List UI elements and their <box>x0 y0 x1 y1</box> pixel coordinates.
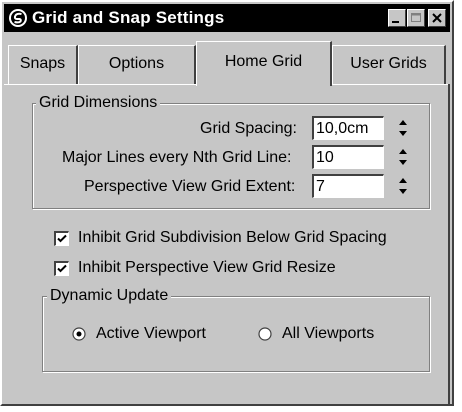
inhibit-subdivision-label[interactable]: Inhibit Grid Subdivision Below Grid Spac… <box>78 228 387 248</box>
panel-edge <box>448 84 450 404</box>
active-viewport-label[interactable]: Active Viewport <box>96 324 206 344</box>
major-lines-label: Major Lines every Nth Grid Line: <box>62 149 292 166</box>
perspective-extent-label: Perspective View Grid Extent: <box>84 178 296 195</box>
tab-user-grids[interactable]: User Grids <box>332 45 446 84</box>
close-button[interactable] <box>428 9 446 27</box>
tab-label: Options <box>108 55 165 72</box>
all-viewports-radio[interactable] <box>258 327 272 341</box>
grid-dimensions-label: Grid Dimensions <box>36 94 161 112</box>
grid-spacing-label: Grid Spacing: <box>200 120 297 137</box>
3ds-max-logo-icon <box>9 9 27 27</box>
perspective-extent-spinner-icon[interactable] <box>396 174 410 198</box>
tab-options[interactable]: Options <box>78 45 196 84</box>
minimize-button[interactable] <box>388 9 406 27</box>
maximize-button[interactable] <box>407 9 425 27</box>
major-lines-spinner-icon[interactable] <box>396 145 410 169</box>
grid-spacing-input[interactable]: 10,0cm <box>312 116 384 140</box>
dynamic-update-label: Dynamic Update <box>47 287 172 305</box>
grid-spacing-spinner-icon[interactable] <box>396 116 410 140</box>
tab-snaps[interactable]: Snaps <box>8 45 78 84</box>
inhibit-resize-checkbox[interactable] <box>54 261 69 276</box>
checkmark-icon <box>57 264 67 273</box>
maximize-icon <box>411 13 421 22</box>
perspective-extent-value: 7 <box>316 178 325 195</box>
tab-label: Snaps <box>19 55 66 72</box>
active-viewport-radio[interactable] <box>72 327 86 341</box>
all-viewports-label[interactable]: All Viewports <box>282 324 374 344</box>
perspective-extent-input[interactable]: 7 <box>312 174 384 198</box>
window-title: Grid and Snap Settings <box>32 8 225 27</box>
tab-label: Home Grid <box>224 53 303 70</box>
checkmark-icon <box>57 234 67 243</box>
tab-label: User Grids <box>350 55 427 72</box>
tab-home-grid[interactable]: Home Grid <box>196 41 332 86</box>
minimize-icon <box>392 21 399 23</box>
major-lines-input[interactable]: 10 <box>312 145 384 169</box>
grid-spacing-value: 10,0cm <box>316 120 369 137</box>
major-lines-value: 10 <box>316 149 334 166</box>
inhibit-resize-label[interactable]: Inhibit Perspective View Grid Resize <box>78 258 336 278</box>
close-icon <box>432 13 442 23</box>
title-bar[interactable]: Grid and Snap Settings <box>4 4 450 32</box>
grid-and-snap-settings-window: Grid and Snap Settings Snaps Options Hom… <box>0 0 454 406</box>
inhibit-subdivision-checkbox[interactable] <box>54 231 69 246</box>
